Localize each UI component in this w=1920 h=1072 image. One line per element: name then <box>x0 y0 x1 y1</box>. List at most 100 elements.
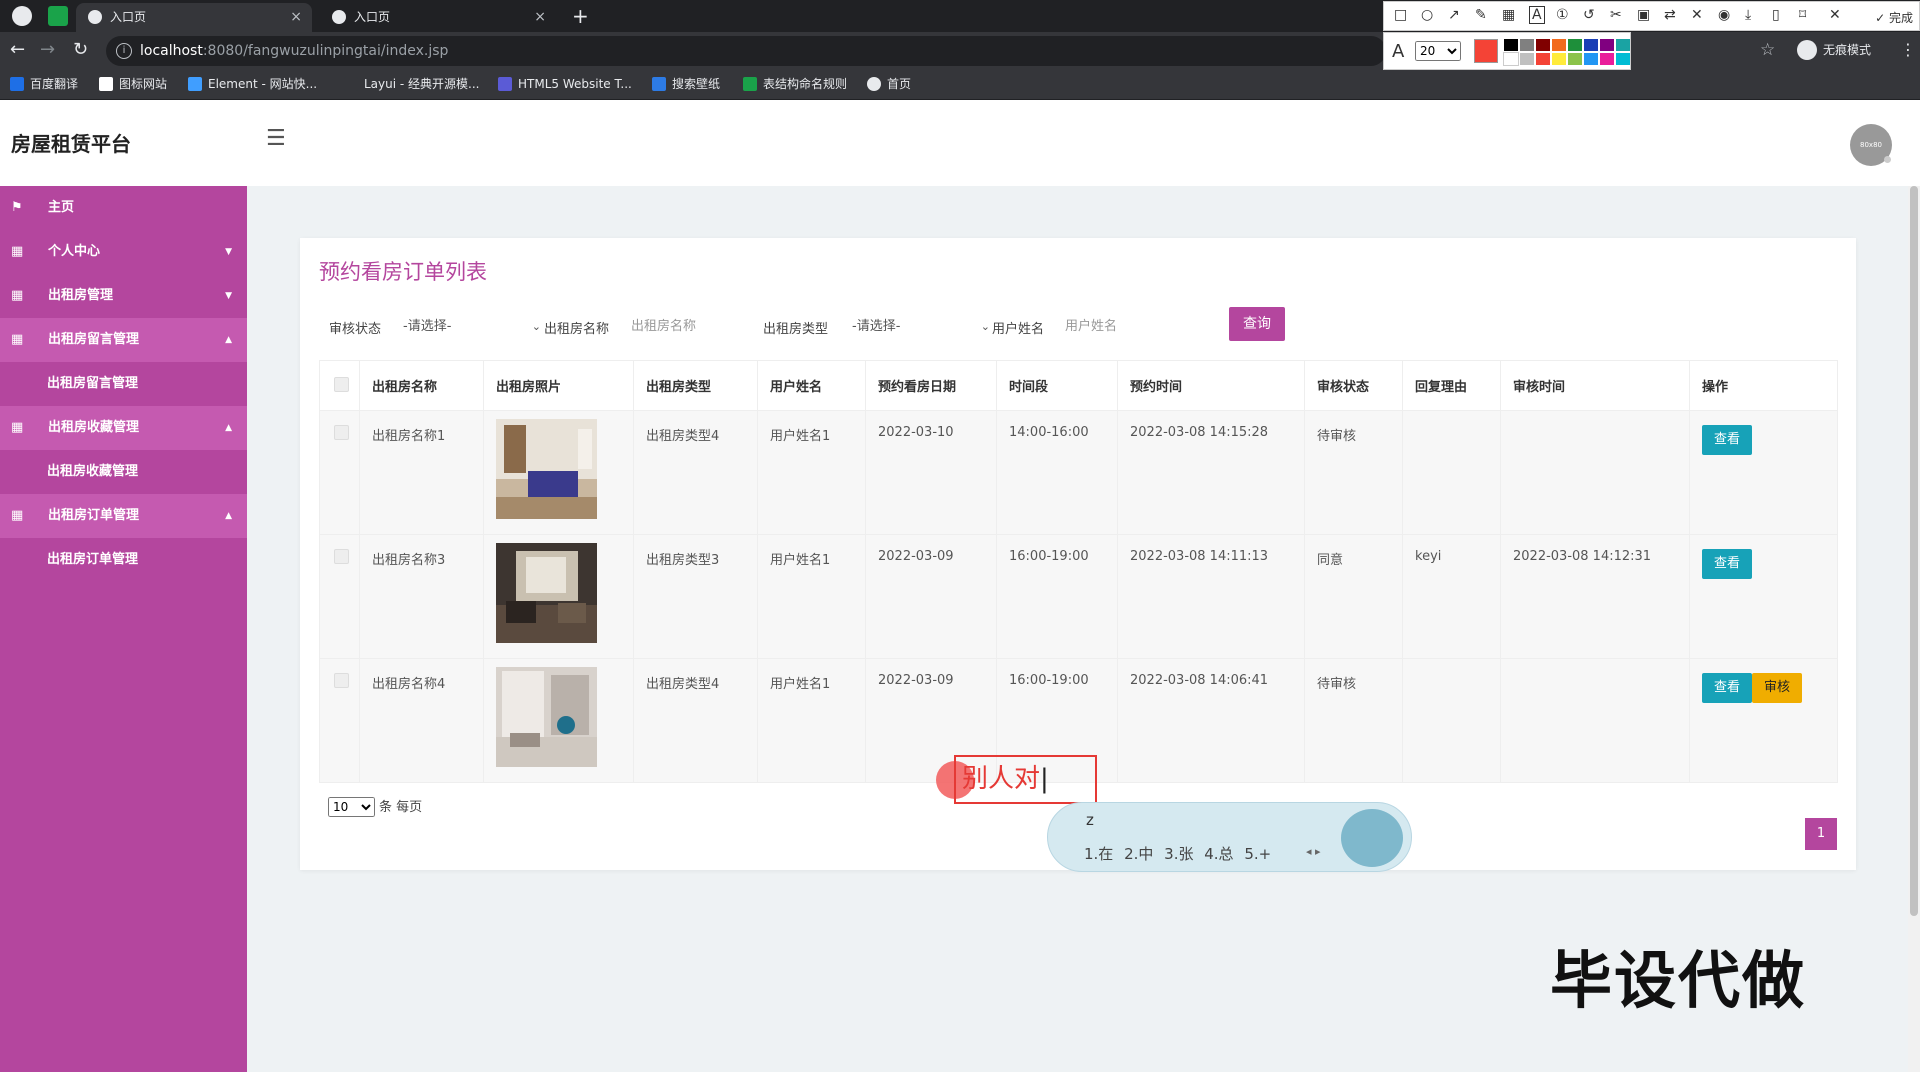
arrow-tool-icon[interactable]: ↗ <box>1448 7 1460 23</box>
ocr-icon[interactable]: ▣ <box>1637 7 1650 23</box>
pagination-current-page[interactable]: 1 <box>1805 818 1837 850</box>
color-swatch[interactable] <box>1568 53 1582 65</box>
sheet-app-icon[interactable] <box>48 6 68 26</box>
sidebar-subitem-orders[interactable]: 出租房订单管理 <box>0 538 247 582</box>
menu-toggle-icon[interactable]: ☰ <box>266 126 286 151</box>
info-icon[interactable]: i <box>116 43 132 59</box>
status-filter-select[interactable]: -请选择- ⌄ <box>401 314 541 340</box>
bookmark-item[interactable]: 百度翻译 <box>8 70 78 98</box>
select-all-checkbox[interactable] <box>334 377 349 392</box>
cell-photo <box>483 658 634 783</box>
download-icon[interactable]: ⤓ <box>1745 7 1751 23</box>
bookmark-tool-icon[interactable]: ⌑ <box>1799 7 1806 23</box>
type-filter-select[interactable]: -请选择- ⌄ <box>850 314 990 340</box>
color-swatch[interactable] <box>1616 39 1630 51</box>
color-swatch[interactable] <box>1520 53 1534 65</box>
phone-icon[interactable]: ▯ <box>1772 7 1780 23</box>
color-swatch[interactable] <box>1568 39 1582 51</box>
pin-icon[interactable]: ✕ <box>1691 7 1703 23</box>
sidebar-item-message-management[interactable]: ▦ 出租房留言管理 ▲ <box>0 318 247 362</box>
sidebar-item-favorites-management[interactable]: ▦ 出租房收藏管理 ▲ <box>0 406 247 450</box>
browser-tab[interactable]: 入口页 × <box>320 3 556 32</box>
ime-page-arrows-icon[interactable]: ◂ ▸ <box>1306 845 1321 858</box>
row-checkbox[interactable] <box>334 425 349 440</box>
bookmark-item[interactable]: Layui - 经典开源模... <box>342 70 479 98</box>
bookmark-item[interactable]: HTML5 Website T... <box>496 70 632 98</box>
column-header: 回复理由 <box>1402 360 1501 411</box>
cell-reply-reason: keyi <box>1402 534 1501 659</box>
color-swatch[interactable] <box>1584 53 1598 65</box>
row-checkbox[interactable] <box>334 549 349 564</box>
current-color-swatch[interactable] <box>1474 39 1498 63</box>
bookmark-item[interactable]: 首页 <box>865 70 911 98</box>
forward-icon[interactable]: → <box>40 40 55 60</box>
name-filter-input[interactable]: 出租房名称 <box>631 314 751 340</box>
color-swatch[interactable] <box>1503 52 1519 66</box>
bookmark-item[interactable]: 图标网站 <box>97 70 167 98</box>
bookmark-star-icon[interactable]: ☆ <box>1760 40 1775 60</box>
audit-button[interactable]: 审核 <box>1752 673 1802 703</box>
text-tool-icon[interactable]: A <box>1529 6 1545 24</box>
bookmark-item[interactable]: Element - 网站快... <box>186 70 317 98</box>
pen-tool-icon[interactable]: ✎ <box>1475 7 1487 23</box>
close-tab-icon[interactable]: × <box>534 3 546 32</box>
cell-house-name: 出租房名称1 <box>359 410 484 535</box>
close-tab-icon[interactable]: × <box>290 3 302 32</box>
done-button[interactable]: ✓ 完成 <box>1875 9 1913 26</box>
browser-menu-icon[interactable] <box>12 6 32 26</box>
annotation-text-box[interactable]: 别人对| <box>954 755 1097 804</box>
color-swatch[interactable] <box>1504 39 1518 51</box>
view-button[interactable]: 查看 <box>1702 425 1752 455</box>
address-bar[interactable]: i localhost:8080/fangwuzulinpingtai/inde… <box>106 36 1386 66</box>
row-checkbox[interactable] <box>334 673 349 688</box>
query-button[interactable]: 查询 <box>1229 307 1285 341</box>
chevron-down-icon: ⌄ <box>980 320 990 333</box>
translate-tool-icon[interactable]: ⇄ <box>1664 7 1676 23</box>
avatar[interactable]: 80x80 <box>1850 124 1892 166</box>
scrollbar-thumb[interactable] <box>1910 186 1918 916</box>
sidebar-subitem-favorites[interactable]: 出租房收藏管理 <box>0 450 247 494</box>
page-scrollbar[interactable] <box>1908 186 1920 1072</box>
color-swatch[interactable] <box>1552 39 1566 51</box>
sidebar-item-order-management[interactable]: ▦ 出租房订单管理 ▲ <box>0 494 247 538</box>
page-size-select[interactable]: 10 <box>328 797 375 817</box>
back-icon[interactable]: ← <box>10 40 25 60</box>
color-swatch[interactable] <box>1616 53 1630 65</box>
user-filter-input[interactable]: 用户姓名 <box>1065 314 1185 340</box>
ime-candidates[interactable]: 1.在 2.中 3.张 4.总 5.+ <box>1084 843 1271 864</box>
new-tab-button[interactable]: + <box>572 3 589 29</box>
record-icon[interactable]: ◉ <box>1718 7 1730 23</box>
sidebar-item-home[interactable]: ⚑ 主页 <box>0 186 247 230</box>
view-button[interactable]: 查看 <box>1702 549 1752 579</box>
color-swatch[interactable] <box>1536 53 1550 65</box>
sidebar-item-rental-management[interactable]: ▦ 出租房管理 ▼ <box>0 274 247 318</box>
bookmark-label: 首页 <box>887 77 912 91</box>
number-tool-icon[interactable]: ① <box>1556 7 1569 23</box>
scissor-icon[interactable]: ✂ <box>1610 7 1622 23</box>
cell-viewing-date: 2022-03-09 <box>865 534 997 659</box>
browser-menu-dots-icon[interactable]: ⋮ <box>1900 40 1916 59</box>
sidebar-subitem-message[interactable]: 出租房留言管理 <box>0 362 247 406</box>
cell-time-slot: 14:00-16:00 <box>996 410 1118 535</box>
bookmark-item[interactable]: 表结构命名规则 <box>741 70 847 98</box>
color-swatch[interactable] <box>1584 39 1598 51</box>
ellipse-tool-icon[interactable]: ○ <box>1421 7 1433 23</box>
reload-icon[interactable]: ↻ <box>73 40 88 60</box>
rectangle-tool-icon[interactable]: □ <box>1394 7 1407 23</box>
cancel-icon[interactable]: ✕ <box>1829 7 1841 23</box>
sidebar-item-personal-center[interactable]: ▦ 个人中心 ▼ <box>0 230 247 274</box>
incognito-indicator[interactable]: 无痕模式 <box>1797 40 1871 60</box>
color-swatch[interactable] <box>1600 53 1614 65</box>
font-size-select[interactable]: 20 <box>1415 41 1461 61</box>
color-swatch[interactable] <box>1600 39 1614 51</box>
color-swatch[interactable] <box>1520 39 1534 51</box>
color-swatch[interactable] <box>1552 53 1566 65</box>
annotation-text: 别人对 <box>962 764 1041 794</box>
mosaic-tool-icon[interactable]: ▦ <box>1502 7 1515 23</box>
sidebar-item-label: 主页 <box>48 200 75 215</box>
undo-icon[interactable]: ↺ <box>1583 7 1595 23</box>
bookmark-item[interactable]: 搜索壁纸 <box>650 70 720 98</box>
view-button[interactable]: 查看 <box>1702 673 1752 703</box>
browser-tab[interactable]: 入口页 × <box>76 3 312 32</box>
color-swatch[interactable] <box>1536 39 1550 51</box>
